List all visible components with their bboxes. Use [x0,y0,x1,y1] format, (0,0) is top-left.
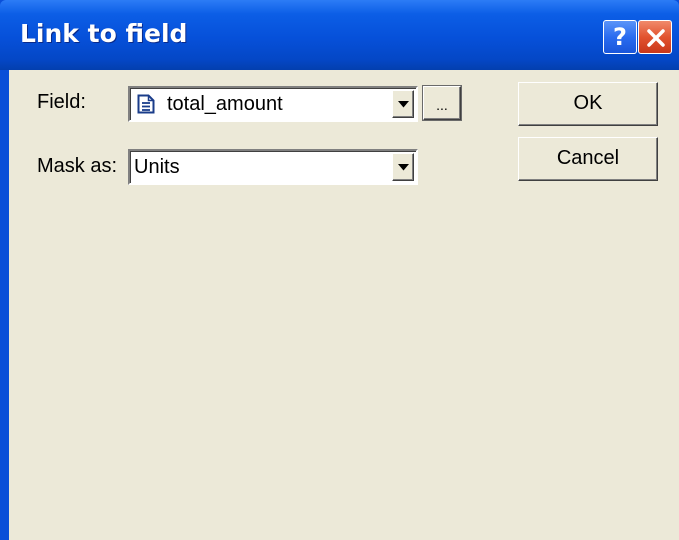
document-icon [137,94,155,114]
field-combo[interactable]: total_amount [128,86,418,122]
link-to-field-dialog: Link to field ? Field: total_amount ... … [0,0,679,540]
cancel-button[interactable]: Cancel [518,137,658,181]
close-icon [647,29,665,47]
close-button[interactable] [638,20,672,54]
dialog-title: Link to field [20,19,188,48]
chevron-down-icon [398,101,409,108]
chevron-down-icon [398,164,409,171]
mask-dropdown-button[interactable] [392,153,414,181]
browse-field-button[interactable]: ... [423,86,461,120]
title-bar[interactable]: Link to field ? [0,0,679,70]
help-icon: ? [613,23,627,51]
dialog-body: Field: total_amount ... Mask as: Units O… [9,70,679,540]
help-button[interactable]: ? [603,20,637,54]
field-value: total_amount [167,93,283,115]
field-dropdown-button[interactable] [392,90,414,118]
mask-label: Mask as: [37,155,118,177]
ok-button[interactable]: OK [518,82,658,126]
mask-value: Units [134,156,180,178]
mask-combo[interactable]: Units [128,149,418,185]
field-label: Field: [37,91,86,113]
